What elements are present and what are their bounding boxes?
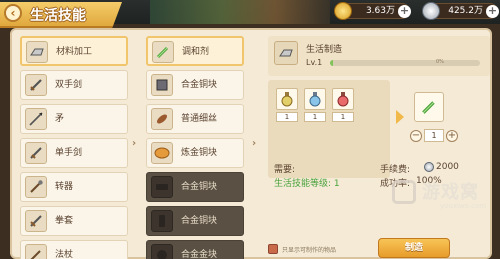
ore-icon	[151, 142, 173, 164]
arrow-right-icon	[396, 110, 404, 124]
output-slot[interactable]	[414, 92, 444, 122]
category-item[interactable]: 转器	[20, 172, 128, 202]
item-row[interactable]: 合金铜块	[146, 70, 244, 100]
category-label: 法杖	[55, 250, 74, 259]
quantity-increase-button[interactable]: +	[446, 130, 458, 142]
gold-currency: 3.63万 +	[334, 2, 411, 20]
main-panel: 材料加工 双手剑 矛 单手剑 转器 拳套 法杖 › 调和剂 合金铜块 普通细丝 …	[10, 28, 492, 259]
add-silver-button[interactable]: +	[486, 5, 499, 18]
cube-icon	[151, 74, 173, 96]
category-label: 矛	[55, 114, 65, 124]
skill-name: 生活制造	[306, 45, 343, 55]
material-slot[interactable]	[332, 88, 354, 110]
ingot-icon	[26, 41, 48, 63]
category-label: 材料加工	[56, 47, 93, 57]
ingot-icon	[151, 176, 173, 198]
material-count: 1	[332, 112, 354, 122]
fee-value: 2000	[436, 162, 459, 172]
gold-coin-icon	[334, 2, 352, 20]
item-row-locked[interactable]: 合金金块	[146, 240, 244, 259]
skill-level: Lv.1	[306, 58, 323, 67]
xp-progress-fill	[330, 60, 333, 66]
material-count: 1	[304, 112, 326, 122]
requirement-skill-level: 生活技能等级: 1	[274, 179, 340, 189]
quantity-decrease-button[interactable]: −	[410, 130, 422, 142]
watermark-text: 游戏窝	[422, 182, 479, 203]
ingot-icon	[274, 41, 298, 65]
spear-icon	[25, 108, 47, 130]
category-label: 双手剑	[55, 80, 83, 90]
item-row[interactable]: 炼金铜块	[146, 138, 244, 168]
silver-currency: 425.2万 +	[422, 2, 499, 20]
fee-label: 手续费:	[380, 165, 411, 175]
show-craftable-label: 只显示可制作的物品	[282, 247, 337, 254]
item-label: 合金铜块	[181, 80, 218, 90]
category-label: 转器	[55, 182, 74, 192]
requirement-label: 需要:	[274, 165, 296, 175]
item-label: 合金铜块	[181, 182, 218, 192]
staff-icon	[25, 176, 47, 198]
silver-coin-icon	[422, 2, 440, 20]
material-slot[interactable]	[304, 88, 326, 110]
material-slot[interactable]	[276, 88, 298, 110]
add-gold-button[interactable]: +	[398, 5, 411, 18]
vial-icon	[152, 41, 174, 63]
xp-progress-bar	[330, 60, 480, 66]
category-list: 材料加工 双手剑 矛 单手剑 转器 拳套 法杖	[20, 30, 128, 259]
category-item[interactable]: 矛	[20, 104, 128, 134]
category-item[interactable]: 法杖	[20, 240, 128, 259]
chevron-right-icon: ›	[252, 138, 257, 149]
show-craftable-checkbox[interactable]	[268, 244, 278, 254]
silver-amount: 425.2万	[448, 6, 483, 16]
thread-icon	[151, 108, 173, 130]
sword-icon	[25, 142, 47, 164]
skill-header: 生活制造 Lv.1 0%	[268, 36, 490, 76]
item-label: 炼金铜块	[181, 148, 218, 158]
watermark-url: youxiwo.com	[440, 202, 487, 210]
top-bar: ‹ 生活技能 3.63万 + 425.2万 +	[0, 0, 500, 28]
watermark-logo-icon	[392, 180, 416, 204]
potion-red-icon	[337, 92, 349, 107]
item-row[interactable]: 普通细丝	[146, 104, 244, 134]
category-label: 拳套	[55, 216, 74, 226]
item-row-locked[interactable]: 合金铜块	[146, 206, 244, 236]
chevron-right-icon: ›	[132, 138, 137, 149]
category-item[interactable]: 材料加工	[20, 36, 128, 66]
wand-icon	[25, 244, 47, 259]
back-button[interactable]: ‹	[4, 4, 22, 22]
back-arrow-icon: ‹	[10, 6, 16, 20]
detail-panel: 生活制造 Lv.1 0% 1 1 1 − 1 + 需要: 生活技能等级: 1 手…	[268, 30, 490, 259]
potion-yellow-icon	[281, 92, 293, 107]
category-item[interactable]: 拳套	[20, 206, 128, 236]
category-item[interactable]: 单手剑	[20, 138, 128, 168]
ingot-icon	[151, 210, 173, 232]
gold-amount: 3.63万	[365, 6, 395, 16]
category-label: 单手剑	[55, 148, 83, 158]
background-scene	[150, 0, 330, 24]
item-label: 合金铜块	[181, 216, 218, 226]
watermark: 游戏窝 youxiwo.com	[392, 176, 496, 216]
item-label: 合金金块	[181, 250, 218, 259]
silver-coin-icon	[424, 162, 434, 172]
item-label: 调和剂	[182, 47, 210, 57]
gauntlet-icon	[25, 210, 47, 232]
vial-icon	[422, 101, 435, 114]
item-label: 普通细丝	[181, 114, 218, 124]
category-item[interactable]: 双手剑	[20, 70, 128, 100]
page-title: 生活技能	[30, 8, 86, 24]
ingot-icon	[151, 244, 173, 259]
item-list: 调和剂 合金铜块 普通细丝 炼金铜块 合金铜块 合金铜块 合金金块	[146, 30, 244, 259]
xp-percent: 0%	[436, 59, 444, 65]
item-row[interactable]: 调和剂	[146, 36, 244, 66]
quantity-input[interactable]: 1	[424, 129, 444, 142]
craft-button[interactable]: 制造	[378, 238, 450, 258]
item-row-locked[interactable]: 合金铜块	[146, 172, 244, 202]
potion-blue-icon	[309, 92, 321, 107]
sword-icon	[25, 74, 47, 96]
material-count: 1	[276, 112, 298, 122]
